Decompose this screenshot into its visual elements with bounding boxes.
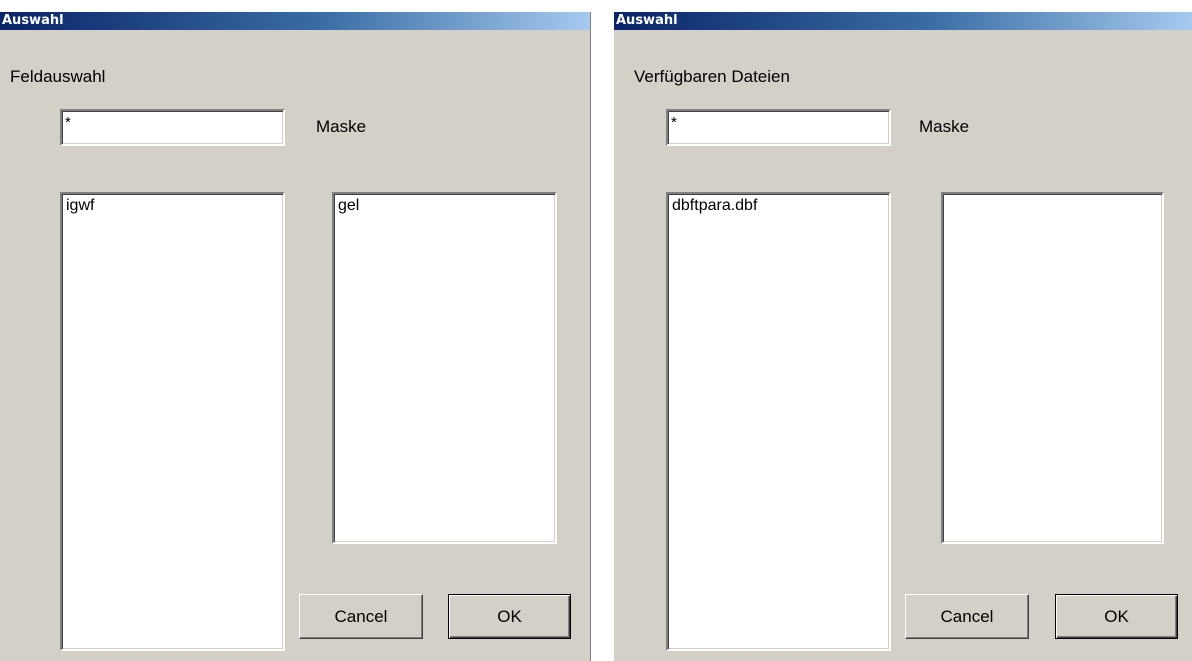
selected-files-list[interactable] [941,192,1164,544]
mask-input[interactable]: * [666,109,891,146]
list-item[interactable]: igwf [62,194,283,216]
mask-label: Maske [919,117,970,136]
cancel-button[interactable]: Cancel [905,594,1029,639]
dialog-title-bar[interactable]: Auswahl [614,12,1192,30]
screenshot-canvas: Auswahl Feldauswahl * Maske igwf gel Can… [0,0,1192,661]
section-label: Feldauswahl [10,67,106,86]
selection-dialog-files: Auswahl Verfügbaren Dateien * Maske dbft… [613,12,1192,661]
cancel-button[interactable]: Cancel [299,594,423,639]
dialog-title-bar[interactable]: Auswahl [0,12,590,30]
list-item[interactable]: gel [334,194,555,216]
ok-button[interactable]: OK [448,594,571,639]
mask-label: Maske [316,117,367,136]
ok-button[interactable]: OK [1055,594,1178,639]
available-files-list[interactable]: dbftpara.dbf [666,192,891,651]
available-fields-list[interactable]: igwf [60,192,285,651]
mask-input[interactable]: * [60,109,285,146]
selection-dialog-fields: Auswahl Feldauswahl * Maske igwf gel Can… [0,12,591,661]
section-label: Verfügbaren Dateien [634,67,790,86]
selected-fields-list[interactable]: gel [332,192,557,544]
list-item[interactable]: dbftpara.dbf [668,194,889,216]
